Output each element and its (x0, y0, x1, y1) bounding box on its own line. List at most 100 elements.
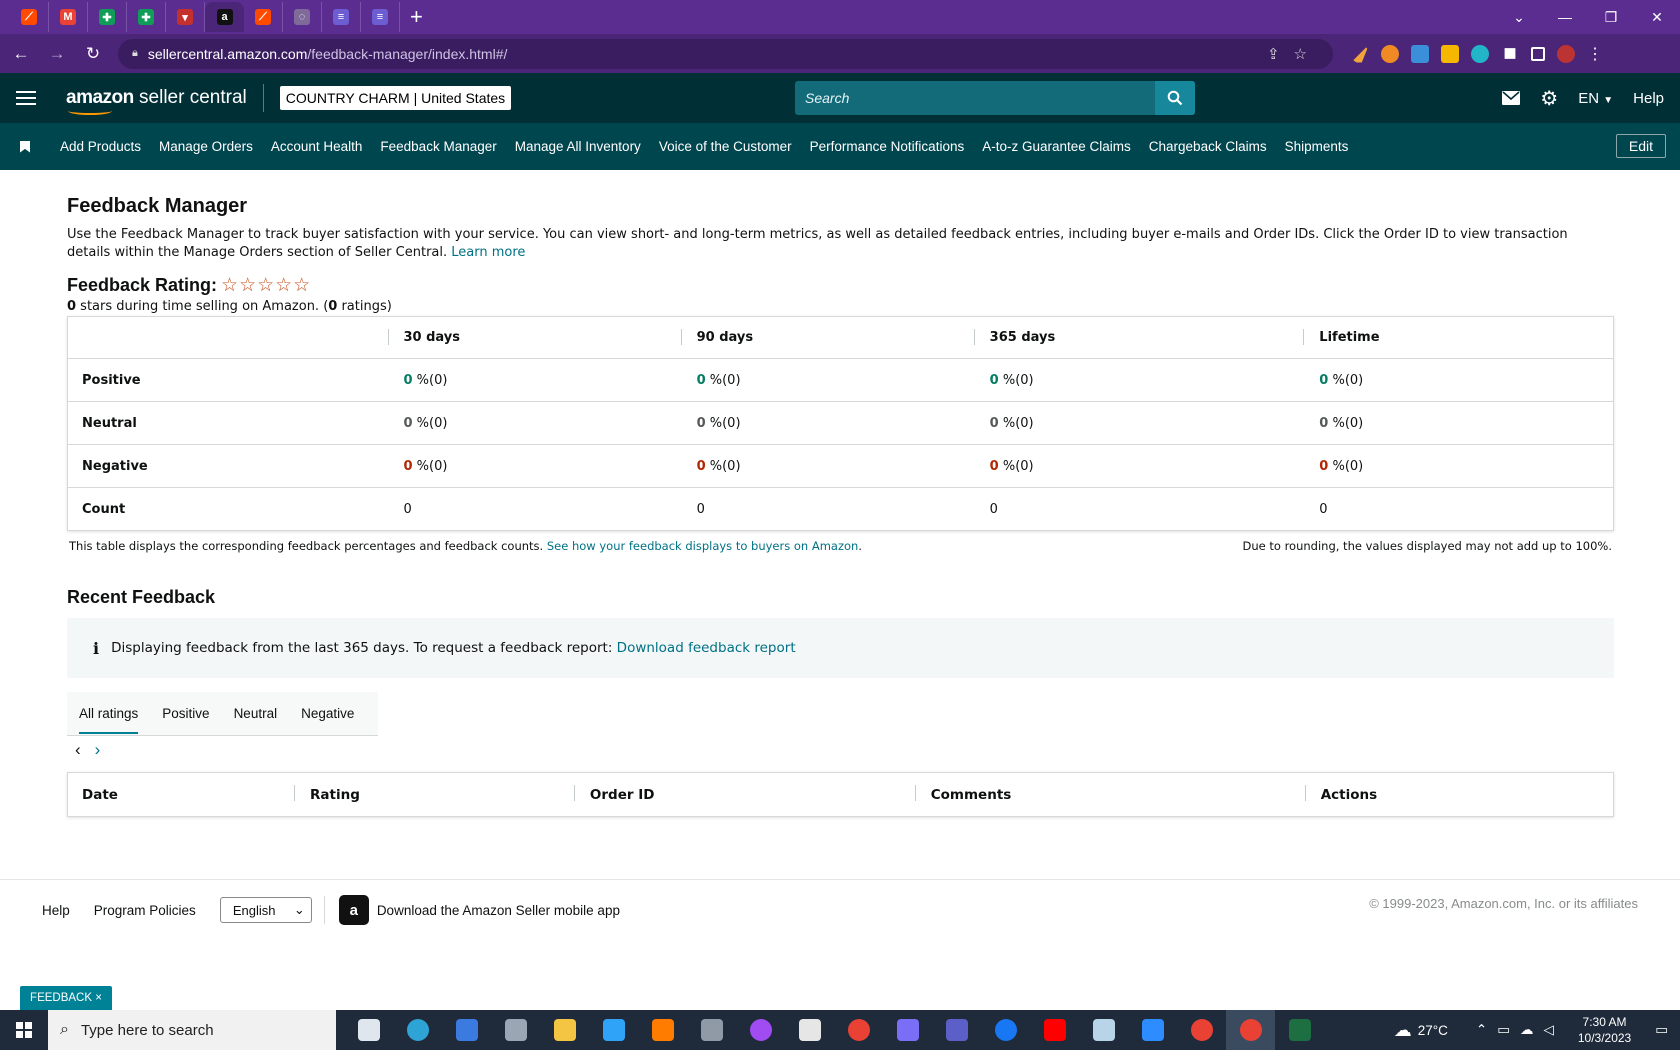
browser-tab[interactable]: ⟋ (10, 2, 49, 32)
footer-language-select[interactable]: English ⌄ (219, 897, 312, 923)
nav-item[interactable]: Chargeback Claims (1149, 139, 1267, 154)
feedback-column-header[interactable]: Date (68, 773, 295, 817)
address-bar[interactable]: 🔒︎ sellercentral.amazon.com/feedback-man… (118, 38, 1333, 69)
extension-gift-icon[interactable] (1441, 44, 1459, 63)
taskbar-app[interactable] (932, 1010, 981, 1050)
edit-nav-button[interactable]: Edit (1615, 134, 1666, 158)
nav-item[interactable]: Shipments (1285, 139, 1349, 154)
chevron-right-icon[interactable]: › (95, 740, 101, 760)
browser-tab[interactable]: ✚ (88, 2, 127, 32)
taskbar-app[interactable] (1128, 1010, 1177, 1050)
close-window-button[interactable]: ✕ (1634, 0, 1680, 34)
weather-icon[interactable]: ☁ (1394, 1020, 1412, 1041)
taskbar-app[interactable] (638, 1010, 687, 1050)
nav-item[interactable]: A-to-z Guarantee Claims (982, 139, 1131, 154)
tab-all-ratings[interactable]: All ratings (67, 692, 150, 736)
side-panel-icon[interactable] (1531, 46, 1545, 61)
tab-neutral[interactable]: Neutral (222, 692, 290, 736)
search-button[interactable] (1155, 81, 1195, 115)
taskbar-app[interactable] (1226, 1010, 1275, 1050)
browser-tab[interactable]: ✚ (127, 2, 166, 32)
tab-negative[interactable]: Negative (289, 692, 366, 736)
chevron-left-icon[interactable]: ‹ (75, 740, 81, 760)
taskbar-app[interactable] (344, 1010, 393, 1050)
extensions-puzzle-icon[interactable] (1504, 48, 1516, 59)
taskbar-app[interactable] (491, 1010, 540, 1050)
feedback-widget-tab[interactable]: FEEDBACK × (20, 986, 112, 1010)
extension-orange-icon[interactable] (1381, 44, 1399, 63)
nav-item[interactable]: Manage Orders (159, 139, 253, 154)
feedback-column-header[interactable]: Comments (914, 773, 1305, 817)
taskbar-app[interactable] (687, 1010, 736, 1050)
taskbar-app[interactable] (1030, 1010, 1079, 1050)
account-switcher[interactable]: COUNTRY CHARM | United States (279, 86, 512, 110)
seller-central-logo[interactable]: amazon seller central (66, 87, 247, 115)
windows-start-icon[interactable] (0, 1010, 48, 1050)
extension-plus-icon[interactable] (1471, 44, 1489, 63)
feedback-column-header[interactable]: Rating (294, 773, 574, 817)
weather-temp[interactable]: 27°C (1418, 1023, 1448, 1038)
nav-item[interactable]: Manage All Inventory (515, 139, 641, 154)
tab-positive[interactable]: Positive (150, 692, 221, 736)
new-tab-button[interactable]: + (410, 4, 423, 30)
search-input[interactable] (795, 81, 1155, 115)
restore-button[interactable]: ❐ (1588, 0, 1634, 34)
back-icon[interactable]: ← (6, 39, 36, 69)
nav-item[interactable]: Feedback Manager (380, 139, 496, 154)
program-policies-link[interactable]: Program Policies (94, 903, 196, 918)
browser-tab[interactable]: ≡ (361, 2, 400, 32)
download-feedback-report-link[interactable]: Download feedback report (617, 640, 796, 656)
nav-item[interactable]: Add Products (60, 139, 141, 154)
metrics-row-label: Count (67, 487, 388, 531)
amazon-app-icon[interactable]: a (338, 895, 369, 925)
nav-item[interactable]: Account Health (271, 139, 363, 154)
taskbar-app[interactable] (785, 1010, 834, 1050)
taskbar-app[interactable] (442, 1010, 491, 1050)
browser-tab[interactable]: ◌ (283, 2, 322, 32)
taskbar-app[interactable] (736, 1010, 785, 1050)
learn-more-link[interactable]: Learn more (451, 245, 525, 260)
bookmark-icon[interactable] (20, 140, 30, 153)
language-selector[interactable]: EN ▼ (1578, 90, 1613, 107)
clock[interactable]: 7:30 AM 10/3/2023 (1578, 1014, 1631, 1046)
reload-icon[interactable]: ↻ (78, 39, 108, 69)
taskbar-app[interactable] (1177, 1010, 1226, 1050)
browser-tab[interactable]: ▾ (166, 2, 205, 32)
taskbar-app[interactable] (1079, 1010, 1128, 1050)
taskbar-app[interactable] (981, 1010, 1030, 1050)
taskbar-app[interactable] (589, 1010, 638, 1050)
extension-arrow-icon[interactable] (1351, 44, 1369, 63)
browser-tab[interactable]: ⟋ (244, 2, 283, 32)
browser-tab[interactable]: ≡ (322, 2, 361, 32)
menu-dots-icon[interactable]: ⋮ (1587, 44, 1603, 64)
tray-icons[interactable]: ⌃▭☁◁ (1476, 1022, 1564, 1038)
taskbar-app[interactable] (540, 1010, 589, 1050)
taskbar-app[interactable] (1275, 1010, 1324, 1050)
forward-icon[interactable]: → (42, 39, 72, 69)
help-link[interactable]: Help (1633, 90, 1664, 107)
taskbar-app[interactable] (883, 1010, 932, 1050)
feedback-column-header[interactable]: Order ID (573, 773, 915, 817)
browser-tab[interactable]: M (49, 2, 88, 32)
notifications-icon[interactable]: ▭ (1655, 1022, 1668, 1038)
taskbar-search[interactable]: ⌕ Type here to search (48, 1010, 336, 1050)
share-bookmark-icons[interactable]: ⇪☆ (1267, 45, 1321, 63)
tab-search-icon[interactable]: ⌄ (1496, 0, 1542, 34)
metrics-cell: 0 %(0) (1303, 401, 1614, 445)
browser-tab[interactable]: a (205, 2, 244, 32)
minimize-button[interactable]: — (1542, 0, 1588, 34)
taskbar-app[interactable] (393, 1010, 442, 1050)
settings-gear-icon[interactable]: ⚙ (1540, 86, 1558, 111)
mail-icon[interactable] (1502, 91, 1521, 105)
taskbar-app[interactable] (834, 1010, 883, 1050)
extension-fba-icon[interactable] (1411, 44, 1429, 63)
feedback-column-header[interactable]: Actions (1304, 773, 1614, 817)
nav-item[interactable]: Voice of the Customer (659, 139, 792, 154)
profile-avatar[interactable] (1557, 44, 1575, 63)
feedback-display-link[interactable]: See how your feedback displays to buyers… (547, 539, 858, 553)
column-divider (1304, 785, 1306, 801)
download-app-link[interactable]: Download the Amazon Seller mobile app (377, 903, 620, 918)
footer-help-link[interactable]: Help (42, 903, 70, 918)
hamburger-menu-icon[interactable] (16, 87, 36, 109)
nav-item[interactable]: Performance Notifications (810, 139, 965, 154)
